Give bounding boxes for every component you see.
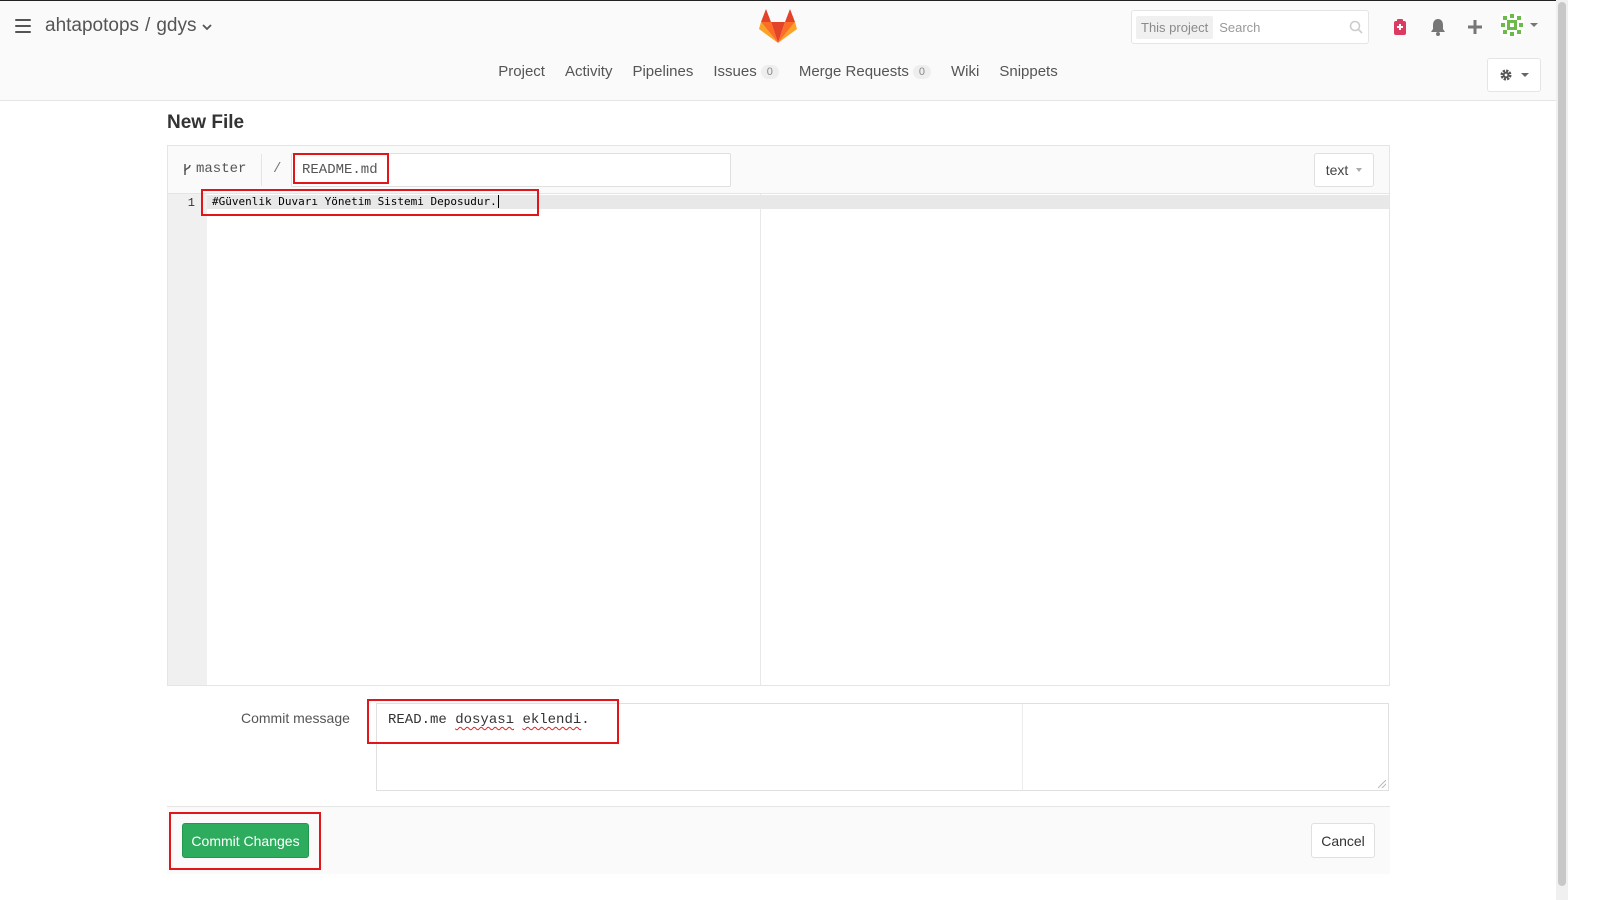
editor-header: master / README.md text [168, 146, 1389, 194]
chevron-down-icon[interactable] [202, 24, 213, 31]
gear-icon [1500, 69, 1512, 81]
commit-text-part: . [581, 712, 590, 728]
nav-label: Merge Requests [798, 63, 909, 80]
nav-project[interactable]: Project [498, 63, 545, 80]
project-nav: Project Activity Pipelines Issues 0 Merge… [0, 63, 1556, 80]
nav-label: Issues [713, 63, 757, 80]
commit-changes-button[interactable]: Commit Changes [182, 823, 309, 858]
code-text: #Güvenlik Duvarı Yönetim Sistemi Deposud… [212, 195, 497, 208]
nav-label: Project [498, 63, 545, 80]
nav-activity[interactable]: Activity [565, 63, 613, 80]
cancel-button[interactable]: Cancel [1311, 823, 1375, 858]
search-scope-badge: This project [1136, 15, 1214, 39]
nav-label: Activity [564, 63, 613, 80]
chevron-down-icon [1356, 168, 1363, 172]
divider [261, 154, 262, 186]
text-cursor [497, 195, 499, 208]
branch-name: master [196, 161, 247, 177]
hamburger-icon[interactable] [15, 19, 31, 33]
search-box[interactable]: This project Search [1131, 10, 1369, 44]
namespace-link[interactable]: ahtapotops [45, 15, 139, 37]
search-icon [1344, 20, 1368, 34]
nav-label: Wiki [951, 63, 980, 80]
line-gutter: 1 [168, 194, 207, 685]
nav-issues[interactable]: Issues 0 [713, 63, 779, 80]
form-actions: Commit Changes Cancel [167, 806, 1390, 874]
nav-wiki[interactable]: Wiki [951, 63, 979, 80]
nav-snippets[interactable]: Snippets [999, 63, 1057, 80]
plus-icon[interactable] [1465, 17, 1485, 37]
scrollbar-thumb[interactable] [1558, 2, 1566, 886]
project-link[interactable]: gdys [156, 15, 196, 37]
language-label: text [1325, 162, 1349, 178]
merge-requests-count-badge: 0 [912, 64, 932, 79]
nav-merge-requests[interactable]: Merge Requests 0 [798, 63, 932, 80]
search-input[interactable]: Search [1219, 20, 1344, 35]
nav-label: Pipelines [632, 63, 694, 80]
commit-message-input[interactable]: READ.me dosyası eklendi. [376, 703, 1389, 791]
misspelled-word: eklendi [522, 712, 582, 728]
page-title: New File [167, 112, 245, 133]
project-settings-button[interactable] [1487, 58, 1541, 92]
chevron-down-icon [1521, 73, 1529, 77]
commit-message-text: READ.me dosyası eklendi. [388, 712, 590, 728]
code-line[interactable]: #Güvenlik Duvarı Yönetim Sistemi Deposud… [212, 195, 499, 209]
nav-pipelines[interactable]: Pipelines [632, 63, 693, 80]
file-editor: master / README.md text 1 #Güvenlik Duva… [167, 145, 1390, 686]
issues-count-badge: 0 [760, 64, 779, 79]
print-margin [760, 194, 761, 685]
textarea-divider [1022, 704, 1023, 790]
commit-message-label: Commit message [241, 710, 350, 726]
title-separator: / [145, 15, 151, 36]
nav-label: Snippets [999, 63, 1058, 80]
branch-icon [184, 163, 191, 175]
project-title[interactable]: ahtapotops / gdys [45, 15, 213, 37]
line-number: 1 [187, 196, 195, 210]
avatar[interactable] [1500, 13, 1524, 37]
resize-handle[interactable] [1378, 780, 1386, 788]
top-header: ahtapotops / gdys This project Search Pr… [0, 0, 1556, 101]
gitlab-logo[interactable] [758, 8, 798, 44]
commit-text-part: READ.me [388, 712, 456, 728]
todo-icon[interactable] [1390, 17, 1410, 37]
bell-icon[interactable] [1428, 17, 1448, 37]
branch-indicator: master [183, 161, 246, 177]
path-separator: / [273, 161, 282, 177]
avatar-dropdown-caret[interactable] [1530, 23, 1538, 27]
misspelled-word: dosyası [455, 712, 515, 728]
language-select[interactable]: text [1314, 153, 1374, 187]
file-name-input[interactable]: README.md [291, 153, 731, 187]
